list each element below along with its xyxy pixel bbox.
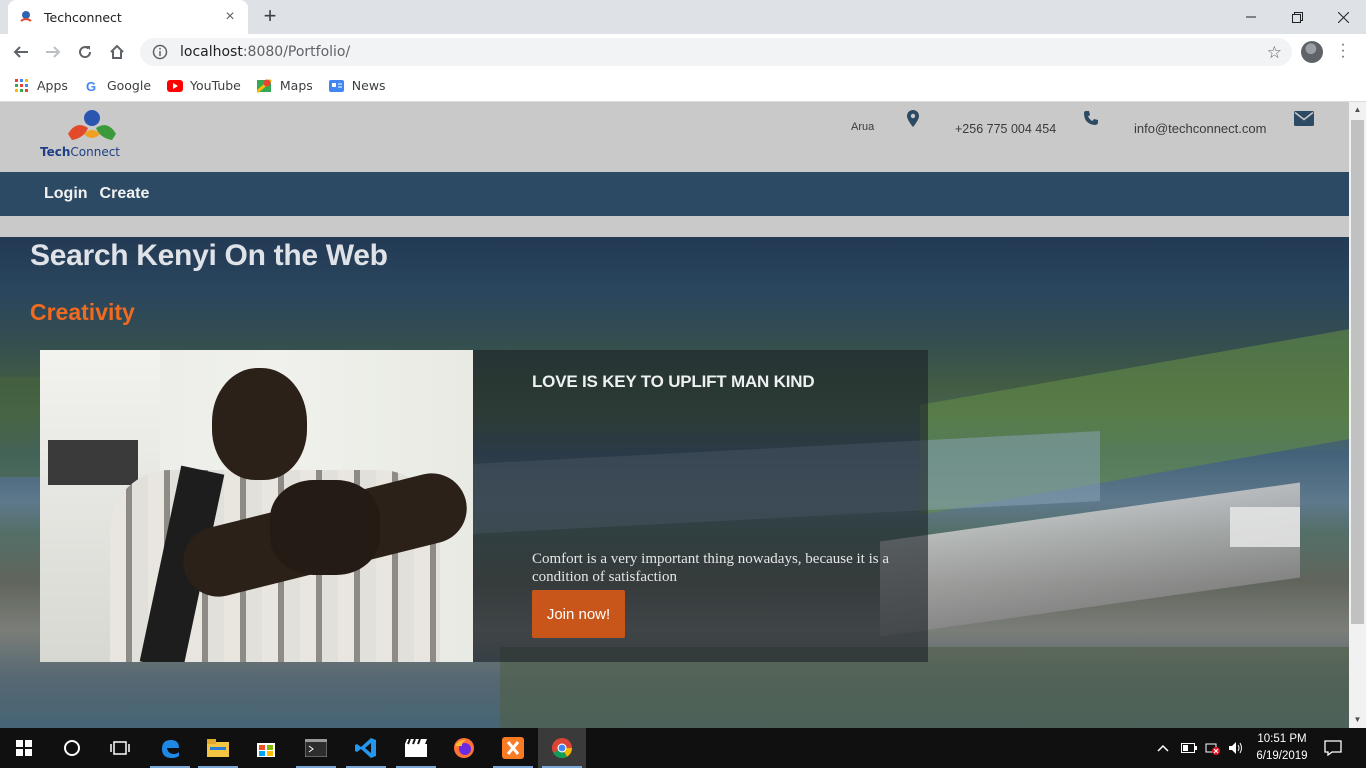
- browser-toolbar: localhost:8080/Portfolio/ ☆ · · ·: [0, 34, 1366, 70]
- terminal-icon[interactable]: [292, 728, 340, 768]
- edge-browser-icon[interactable]: [146, 728, 194, 768]
- minimize-icon[interactable]: [1228, 0, 1274, 34]
- logo-text-part1: Tech: [40, 145, 71, 159]
- svg-text:G: G: [86, 79, 96, 93]
- movies-tv-icon[interactable]: [392, 728, 440, 768]
- google-icon: G: [84, 78, 100, 94]
- taskbar-clock[interactable]: 10:51 PM 6/19/2019: [1250, 731, 1314, 765]
- nav-link-login[interactable]: Login: [44, 185, 88, 203]
- clock-date: 6/19/2019: [1256, 750, 1308, 762]
- feature-card: LOVE IS KEY TO UPLIFT MAN KIND Comfort i…: [40, 350, 928, 662]
- maps-icon: [256, 78, 273, 94]
- bookmark-label: YouTube: [190, 78, 241, 93]
- bookmarks-bar: Apps G Google YouTube Maps News: [0, 70, 1366, 102]
- techconnect-favicon-icon: [18, 9, 34, 25]
- photo-hands: [270, 480, 380, 575]
- contact-phone: +256 775 004 454: [955, 122, 1057, 136]
- bookmark-news[interactable]: News: [328, 78, 386, 94]
- bookmark-maps[interactable]: Maps: [256, 78, 313, 94]
- battery-icon[interactable]: [1181, 728, 1197, 768]
- photo-head: [212, 368, 307, 480]
- site-nav: Login Create: [0, 172, 1349, 216]
- site-logo[interactable]: TechConnect: [40, 108, 140, 164]
- back-arrow-icon[interactable]: [8, 40, 34, 64]
- browser-tab-bar: Techconnect × +: [0, 0, 1366, 34]
- clock-time: 10:51 PM: [1257, 733, 1307, 745]
- bookmark-label: Maps: [279, 78, 313, 93]
- page-viewport: TechConnect Arua +256 775 004 454 info@t…: [0, 102, 1349, 728]
- info-icon[interactable]: [152, 44, 168, 60]
- action-center-icon[interactable]: [1324, 728, 1342, 768]
- file-explorer-icon[interactable]: [194, 728, 242, 768]
- card-heading: LOVE IS KEY TO UPLIFT MAN KIND: [532, 372, 815, 391]
- tab-close-icon[interactable]: ×: [222, 8, 238, 26]
- profile-photo: [40, 350, 473, 662]
- hero-title: Search Kenyi On the Web: [30, 239, 388, 272]
- scroll-thumb[interactable]: [1351, 120, 1364, 624]
- card-text-panel: LOVE IS KEY TO UPLIFT MAN KIND Comfort i…: [473, 350, 928, 662]
- store-icon[interactable]: [242, 728, 290, 768]
- logo-wordmark: TechConnect: [40, 145, 140, 159]
- windows-start-icon[interactable]: [0, 728, 48, 768]
- browser-tab[interactable]: Techconnect ×: [8, 0, 248, 34]
- url-path: :8080/Portfolio/: [242, 44, 351, 60]
- youtube-icon: [167, 78, 184, 94]
- windows-taskbar: 10:51 PM 6/19/2019: [0, 728, 1366, 768]
- bookmark-apps[interactable]: Apps: [14, 78, 68, 94]
- new-tab-button[interactable]: +: [258, 5, 282, 29]
- search-circle-icon[interactable]: [48, 728, 96, 768]
- forward-arrow-icon[interactable]: [40, 40, 66, 64]
- apps-grid-icon: [14, 78, 30, 94]
- network-disconnected-icon[interactable]: [1205, 728, 1221, 768]
- hero-bg-powerhouse: [1230, 507, 1300, 547]
- page-scrollbar[interactable]: ▲ ▼: [1349, 102, 1366, 728]
- site-header: TechConnect Arua +256 775 004 454 info@t…: [0, 102, 1349, 172]
- hero-subtitle: Creativity: [30, 299, 135, 325]
- url-host: localhost: [180, 44, 243, 60]
- envelope-icon: [1294, 111, 1314, 131]
- task-view-icon[interactable]: [96, 728, 144, 768]
- contact-location: Arua: [851, 121, 875, 133]
- card-description: Comfort is a very important thing nowada…: [532, 551, 890, 585]
- header-divider: [0, 216, 1349, 237]
- bookmark-label: Google: [106, 78, 152, 93]
- techconnect-logo-icon: [68, 110, 116, 140]
- close-window-icon[interactable]: [1320, 0, 1366, 34]
- vscode-icon[interactable]: [342, 728, 390, 768]
- bookmark-youtube[interactable]: YouTube: [167, 78, 241, 94]
- bookmark-label: Apps: [37, 78, 68, 93]
- bookmark-star-icon[interactable]: ☆: [1267, 43, 1282, 63]
- scroll-up-icon[interactable]: ▲: [1349, 102, 1366, 118]
- photo-shelf: [48, 440, 138, 485]
- volume-icon[interactable]: [1228, 728, 1244, 768]
- address-bar[interactable]: localhost:8080/Portfolio/ ☆: [140, 38, 1292, 66]
- tab-title: Techconnect: [44, 9, 122, 25]
- nav-link-create[interactable]: Create: [100, 185, 150, 203]
- chrome-icon[interactable]: [538, 728, 586, 768]
- firefox-icon[interactable]: [440, 728, 488, 768]
- restore-icon[interactable]: [1274, 0, 1320, 34]
- bookmark-google[interactable]: G Google: [84, 78, 151, 94]
- profile-avatar[interactable]: [1301, 41, 1323, 63]
- logo-text-part2: Connect: [70, 145, 121, 159]
- bookmark-label: News: [351, 78, 386, 93]
- chrome-menu-icon[interactable]: · · ·: [1336, 37, 1350, 65]
- home-icon[interactable]: [104, 40, 130, 64]
- contact-email[interactable]: info@techconnect.com: [1134, 121, 1266, 136]
- hero-section: Search Kenyi On the Web Creativity LOVE …: [0, 237, 1349, 728]
- phone-icon: [1083, 110, 1099, 131]
- location-pin-icon: [907, 110, 919, 132]
- reload-icon[interactable]: [72, 40, 98, 64]
- news-icon: [328, 78, 345, 94]
- tray-chevron-icon[interactable]: [1157, 728, 1169, 768]
- xampp-icon[interactable]: [489, 728, 537, 768]
- scroll-down-icon[interactable]: ▼: [1349, 712, 1366, 728]
- join-now-button[interactable]: Join now!: [532, 590, 625, 638]
